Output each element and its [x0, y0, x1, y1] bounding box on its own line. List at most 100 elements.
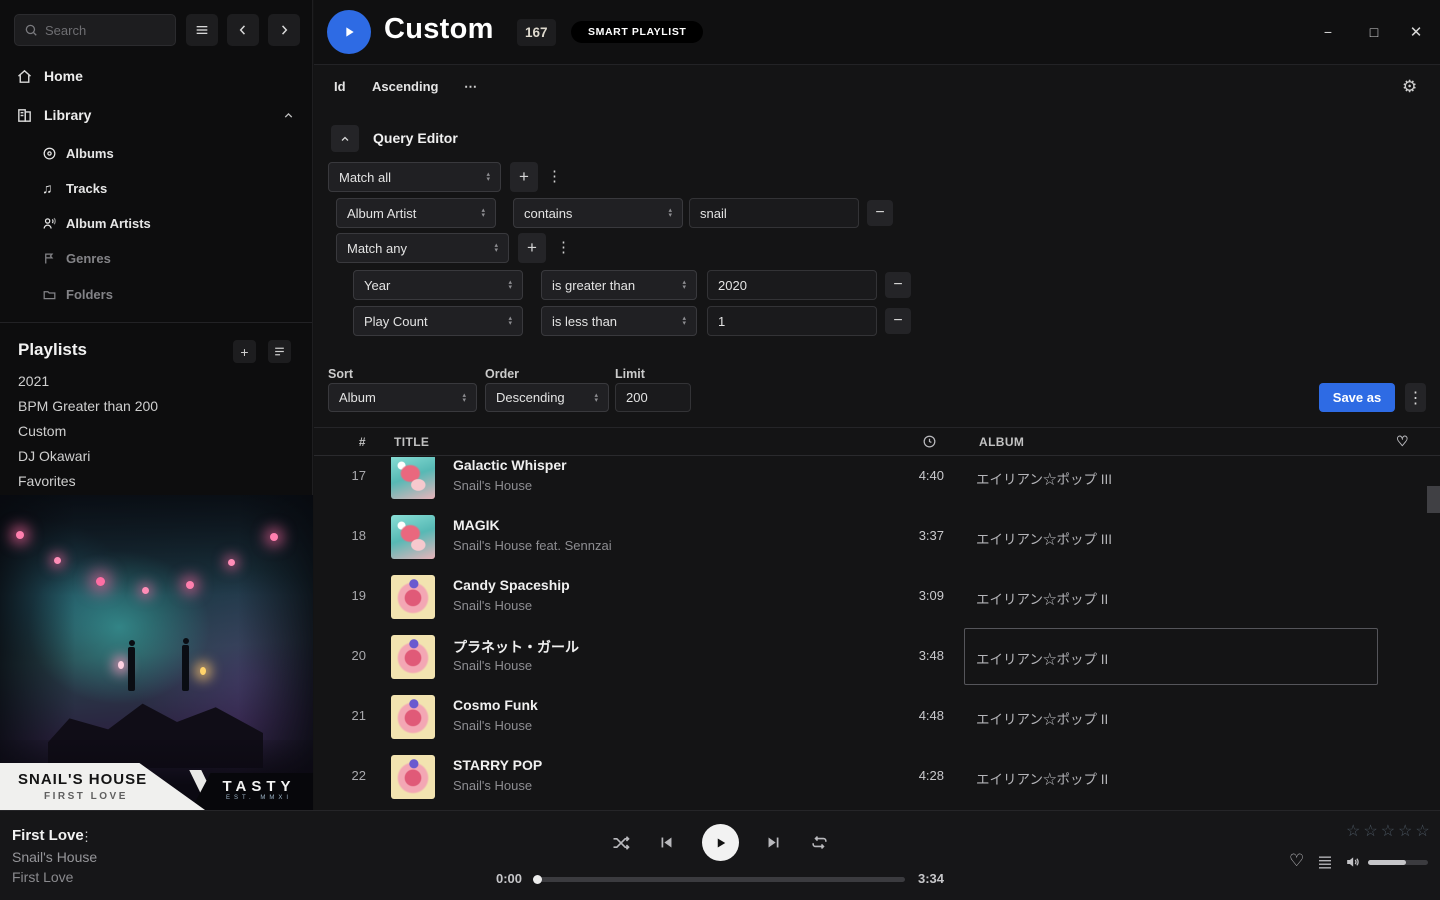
- playlist-item-bpm[interactable]: BPM Greater than 200: [18, 395, 158, 417]
- star-icon[interactable]: ☆: [1346, 823, 1363, 840]
- favorite-column-heart-icon[interactable]: ♡: [1396, 433, 1409, 450]
- rule-value-input[interactable]: [689, 198, 859, 228]
- row-index: 17: [314, 468, 366, 483]
- row-index: 18: [314, 528, 366, 543]
- rating-stars[interactable]: ☆☆☆☆☆: [1346, 821, 1433, 841]
- previous-button[interactable]: [656, 832, 678, 854]
- queue-icon[interactable]: [1317, 855, 1333, 869]
- playlist-item-custom[interactable]: Custom: [18, 420, 66, 442]
- table-row[interactable]: 21 Cosmo Funk Snail's House 4:48 エイリアン☆ポ…: [314, 687, 1440, 747]
- track-thumbnail: [391, 755, 435, 799]
- remove-group-rule1-button[interactable]: −: [885, 272, 911, 298]
- remove-rule-button[interactable]: −: [867, 200, 893, 226]
- save-as-button[interactable]: Save as: [1319, 383, 1395, 412]
- track-thumbnail: [391, 635, 435, 679]
- group-rule1-operator-select[interactable]: is greater than ▴▾: [541, 270, 697, 300]
- scrollbar-thumb[interactable]: [1427, 486, 1440, 513]
- sidebar-item-home[interactable]: Home: [0, 62, 312, 90]
- root-match-select[interactable]: Match all ▴▾: [328, 162, 501, 192]
- volume-icon[interactable]: [1344, 854, 1361, 870]
- table-row[interactable]: 20 プラネット・ガール Snail's House 3:48 エイリアン☆ポッ…: [314, 627, 1440, 687]
- sort-select[interactable]: Album ▴▾: [328, 383, 477, 412]
- play-playlist-button[interactable]: [327, 10, 371, 54]
- table-row[interactable]: 18 MAGIK Snail's House feat. Sennzai 3:3…: [314, 507, 1440, 567]
- sidebar-item-folders[interactable]: Folders: [0, 281, 312, 307]
- volume-slider[interactable]: [1368, 860, 1428, 865]
- minimize-button[interactable]: −: [1318, 22, 1338, 42]
- column-index[interactable]: #: [314, 435, 366, 449]
- gear-icon[interactable]: ⚙: [1402, 77, 1417, 97]
- star-icon[interactable]: ☆: [1363, 823, 1380, 840]
- playlist-item-favorites[interactable]: Favorites: [18, 470, 76, 492]
- playlist-item-2021[interactable]: 2021: [18, 370, 49, 392]
- sidebar-item-albums[interactable]: Albums: [0, 140, 312, 166]
- more-options-icon[interactable]: ⋯: [464, 79, 478, 95]
- player-bar: First Love ⋮ Snail's House First Love 0:…: [0, 810, 1440, 900]
- sidebar-item-genres[interactable]: Genres: [0, 245, 312, 271]
- back-button[interactable]: [227, 14, 259, 46]
- track-artist: Snail's House: [453, 718, 532, 733]
- seek-handle[interactable]: [533, 875, 542, 884]
- select-arrows-icon: ▴▾: [494, 243, 498, 253]
- label-name: TASTY: [191, 778, 313, 795]
- order-select[interactable]: Descending ▴▾: [485, 383, 609, 412]
- sidebar-item-label: Home: [44, 68, 83, 84]
- group-rule2-value-input[interactable]: [707, 306, 877, 336]
- table-row[interactable]: 17 Galactic Whisper Snail's House 4:40 エ…: [314, 457, 1440, 507]
- group-menu-icon[interactable]: ⋮: [556, 240, 571, 255]
- sidebar-item-library[interactable]: Library: [0, 101, 312, 129]
- table-row[interactable]: 22 STARRY POP Snail's House 4:28 エイリアン☆ポ…: [314, 747, 1440, 806]
- rule-menu-icon[interactable]: ⋮: [547, 169, 562, 184]
- star-icon[interactable]: ☆: [1381, 823, 1398, 840]
- next-button[interactable]: [763, 832, 785, 854]
- playlist-item-dj-okawari[interactable]: DJ Okawari: [18, 445, 90, 467]
- remove-group-rule2-button[interactable]: −: [885, 308, 911, 334]
- table-row[interactable]: 19 Candy Spaceship Snail's House 3:09 エイ…: [314, 567, 1440, 627]
- sort-order-button[interactable]: Ascending: [372, 79, 438, 94]
- add-playlist-button[interactable]: +: [233, 340, 256, 363]
- sidebar-item-tracks[interactable]: ♫ Tracks: [0, 175, 312, 201]
- group-match-select[interactable]: Match any ▴▾: [336, 233, 509, 263]
- forward-button[interactable]: [268, 14, 300, 46]
- elapsed-time: 0:00: [480, 871, 522, 886]
- playlist-list-button[interactable]: [268, 340, 291, 363]
- select-value: contains: [524, 206, 572, 221]
- collapse-library-icon[interactable]: [282, 109, 295, 122]
- column-album[interactable]: ALBUM: [979, 435, 1024, 449]
- rule-field-select[interactable]: Album Artist ▴▾: [336, 198, 496, 228]
- search-input[interactable]: [45, 23, 155, 38]
- track-duration: 3:48: [854, 648, 944, 663]
- menu-button[interactable]: [186, 14, 218, 46]
- add-group-rule-button[interactable]: +: [518, 233, 546, 263]
- star-icon[interactable]: ☆: [1398, 823, 1415, 840]
- group-rule1-field-select[interactable]: Year ▴▾: [353, 270, 523, 300]
- track-title: MAGIK: [453, 517, 500, 533]
- add-rule-button[interactable]: +: [510, 162, 538, 192]
- sidebar-item-album-artists[interactable]: Album Artists: [0, 210, 312, 236]
- save-menu-icon[interactable]: ⋮: [1405, 383, 1426, 412]
- seek-slider[interactable]: [535, 877, 905, 882]
- repeat-button[interactable]: [809, 832, 831, 854]
- favorite-heart-icon[interactable]: ♡: [1289, 851, 1304, 871]
- track-duration: 4:28: [854, 768, 944, 783]
- plus-icon: +: [240, 344, 248, 360]
- play-pause-button[interactable]: [702, 824, 739, 861]
- rule-operator-select[interactable]: contains ▴▾: [513, 198, 683, 228]
- genres-icon: [42, 251, 57, 266]
- shuffle-button[interactable]: [610, 832, 632, 854]
- search-box[interactable]: [14, 14, 176, 46]
- group-rule2-operator-select[interactable]: is less than ▴▾: [541, 306, 697, 336]
- maximize-button[interactable]: □: [1364, 22, 1384, 42]
- sort-field-button[interactable]: Id: [334, 79, 346, 94]
- close-button[interactable]: ✕: [1406, 22, 1426, 42]
- now-playing-album[interactable]: First Love: [12, 869, 73, 885]
- select-value: Match any: [347, 241, 407, 256]
- column-title[interactable]: TITLE: [394, 435, 429, 449]
- group-rule2-field-select[interactable]: Play Count ▴▾: [353, 306, 523, 336]
- collapse-query-editor-button[interactable]: [331, 125, 359, 152]
- duration-column-clock-icon[interactable]: [922, 434, 937, 449]
- star-icon[interactable]: ☆: [1415, 823, 1432, 840]
- limit-input[interactable]: [615, 383, 691, 412]
- figure-silhouette: [182, 645, 189, 691]
- group-rule1-value-input[interactable]: [707, 270, 877, 300]
